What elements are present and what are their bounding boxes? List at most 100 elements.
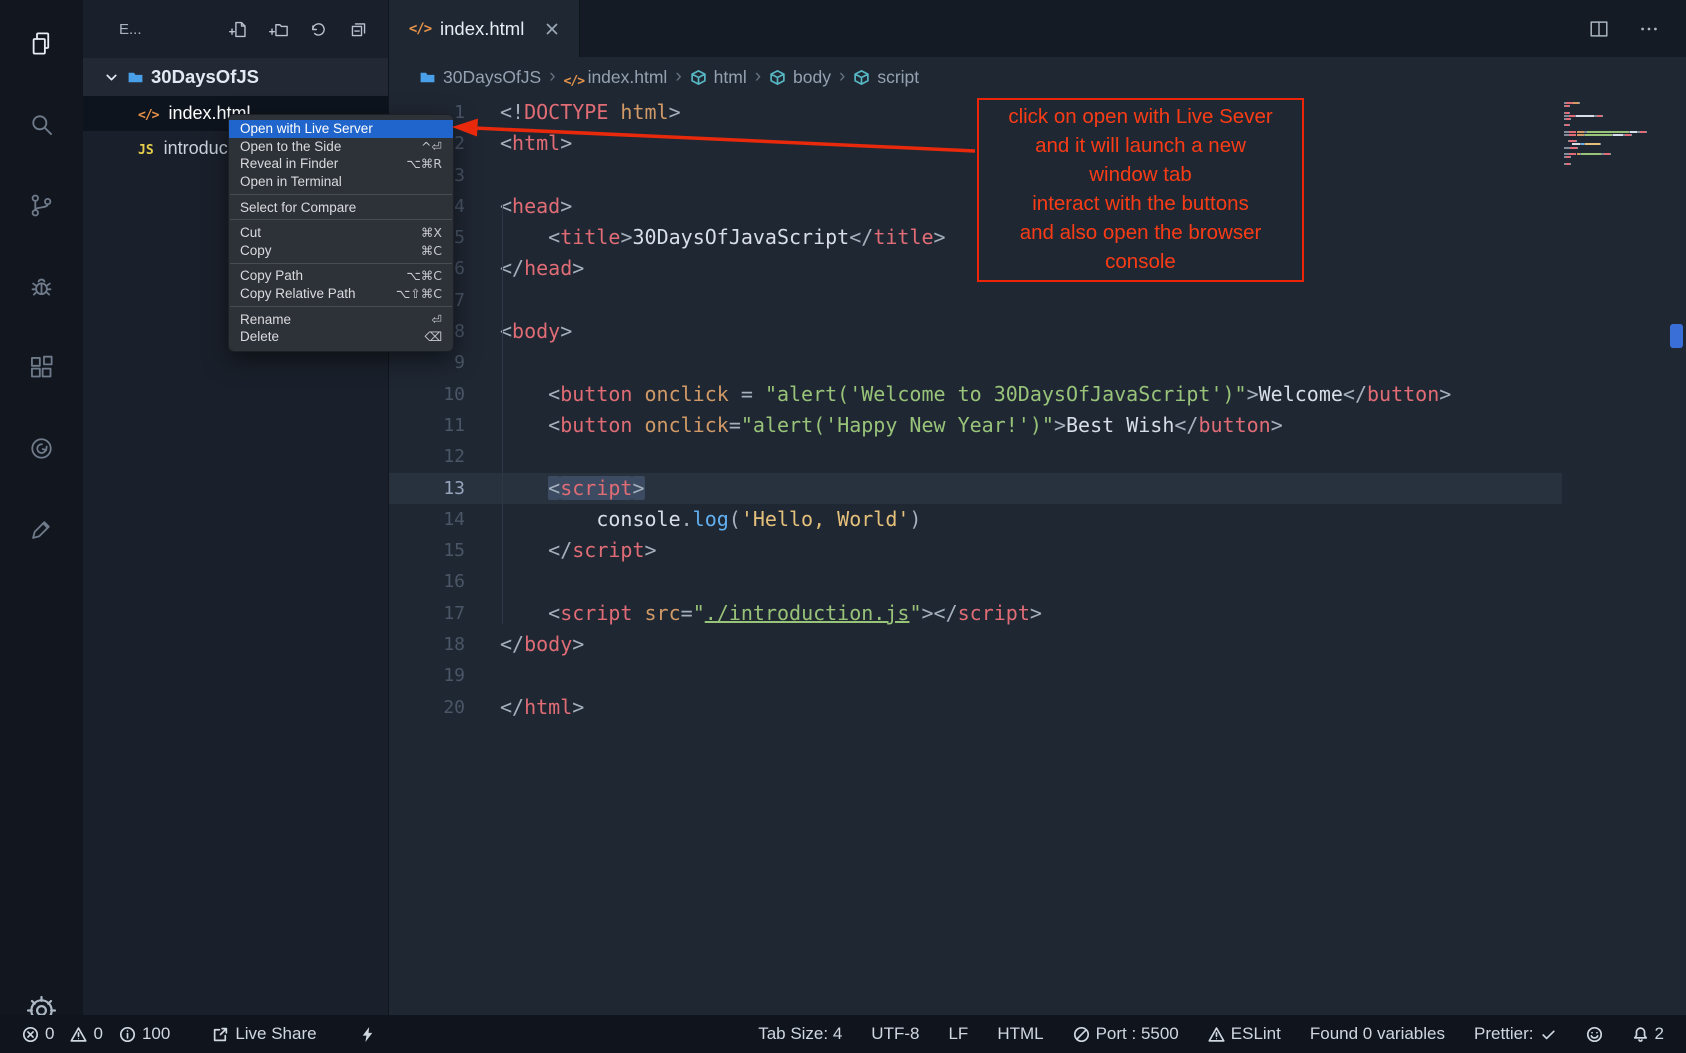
search-icon[interactable] — [28, 111, 55, 138]
status-html[interactable]: HTML — [997, 1024, 1043, 1044]
code-line-8[interactable]: 8<body> — [389, 316, 1686, 347]
status-lf[interactable]: LF — [948, 1024, 968, 1044]
code-token: > — [560, 319, 572, 343]
collapse-all-icon[interactable] — [349, 20, 368, 39]
code-text: <html> — [500, 128, 572, 159]
status-0[interactable]: 0 — [22, 1024, 54, 1044]
code-line-17[interactable]: 17 <script src="./introduction.js"></scr… — [389, 598, 1686, 629]
edit-session-icon[interactable] — [28, 516, 55, 543]
code-line-19[interactable]: 19 — [389, 660, 1686, 691]
code-token: > — [560, 131, 572, 155]
status-live-share[interactable]: Live Share — [212, 1024, 316, 1044]
status-label: 0 — [45, 1024, 54, 1044]
code-line-18[interactable]: 18</body> — [389, 629, 1686, 660]
menu-item-select-for-compare[interactable]: Select for Compare — [229, 198, 453, 216]
tab-label: index.html — [440, 18, 524, 40]
breadcrumb-item-html[interactable]: html — [690, 67, 747, 88]
code-token: script — [958, 601, 1030, 625]
warning-icon — [70, 1026, 87, 1043]
new-file-icon[interactable] — [229, 20, 248, 39]
code-text: <!DOCTYPE html> — [500, 97, 681, 128]
status-tab-size-4[interactable]: Tab Size: 4 — [758, 1024, 842, 1044]
scrollbar-marker[interactable] — [1670, 324, 1683, 348]
code-token: html — [524, 695, 572, 719]
status-label: ESLint — [1231, 1024, 1281, 1044]
status-prettier[interactable]: Prettier: — [1474, 1024, 1557, 1044]
code-line-7[interactable]: 7 — [389, 285, 1686, 316]
code-token — [500, 507, 596, 531]
live-share-icon[interactable] — [28, 435, 55, 462]
status-100[interactable]: 100 — [119, 1024, 170, 1044]
menu-item-open-to-the-side[interactable]: Open to the Side^⏎ — [229, 138, 453, 156]
annotation-line: and it will launch a new — [979, 131, 1302, 160]
menu-item-label: Rename — [240, 312, 291, 327]
menu-item-open-in-terminal[interactable]: Open in Terminal — [229, 173, 453, 191]
menu-item-copy-relative-path[interactable]: Copy Relative Path⌥⇧⌘C — [229, 285, 453, 303]
check-icon — [1540, 1026, 1557, 1043]
new-folder-icon[interactable] — [269, 20, 288, 39]
html-file-icon: </> — [564, 69, 581, 86]
status-eslint[interactable]: ESLint — [1208, 1024, 1281, 1044]
source-control-icon[interactable] — [28, 192, 55, 219]
code-line-20[interactable]: 20</html> — [389, 692, 1686, 723]
code-token: " — [693, 601, 705, 625]
explorer-icon[interactable] — [28, 30, 55, 57]
more-actions-icon[interactable] — [1638, 18, 1660, 40]
status-label: Live Share — [235, 1024, 316, 1044]
menu-item-shortcut: ⌘C — [421, 243, 442, 258]
menu-item-delete[interactable]: Delete⌫ — [229, 328, 453, 346]
html-file-icon: </> — [138, 103, 158, 124]
status-found-0-variables[interactable]: Found 0 variables — [1310, 1024, 1445, 1044]
breadcrumb-item-30daysofjs[interactable]: 30DaysOfJS — [419, 67, 541, 88]
status-label: UTF-8 — [871, 1024, 919, 1044]
code-line-9[interactable]: 9 — [389, 347, 1686, 378]
code-token: < — [500, 225, 560, 249]
folder-row-30daysofjs[interactable]: 30DaysOfJS — [83, 58, 388, 96]
status-2[interactable]: 2 — [1632, 1024, 1664, 1044]
menu-item-open-with-live-server[interactable]: Open with Live Server — [229, 120, 453, 138]
smiley-icon — [1586, 1026, 1603, 1043]
refresh-icon[interactable] — [309, 20, 328, 39]
code-token: > — [669, 100, 681, 124]
menu-item-reveal-in-finder[interactable]: Reveal in Finder⌥⌘R — [229, 155, 453, 173]
code-token: onclick — [645, 382, 729, 406]
menu-item-shortcut: ⌥⌘C — [406, 268, 442, 283]
chevron-right-icon: › — [839, 66, 845, 88]
code-line-11[interactable]: 11 <button onclick="alert('Happy New Yea… — [389, 410, 1686, 441]
file-link[interactable]: ./introduction.js — [705, 601, 910, 625]
breadcrumb-item-script[interactable]: script — [853, 67, 919, 88]
menu-item-copy-path[interactable]: Copy Path⌥⌘C — [229, 267, 453, 285]
code-text: console.log('Hello, World') — [500, 504, 921, 535]
close-tab-icon[interactable] — [543, 20, 561, 38]
status-label: 0 — [93, 1024, 102, 1044]
breadcrumb-label: body — [793, 67, 831, 88]
minimap[interactable] — [1564, 102, 1670, 166]
code-token: DOCTYPE — [524, 100, 608, 124]
code-line-15[interactable]: 15 </script> — [389, 535, 1686, 566]
code-editor[interactable]: 1<!DOCTYPE html>2<html>34<head>5 <title>… — [389, 97, 1686, 1015]
code-line-16[interactable]: 16 — [389, 566, 1686, 597]
code-line-13[interactable]: 13 <script> — [389, 473, 1562, 504]
breadcrumb-item-index-html[interactable]: </>index.html — [564, 67, 668, 88]
menu-item-rename[interactable]: Rename⏎ — [229, 310, 453, 328]
split-editor-icon[interactable] — [1588, 18, 1610, 40]
code-token: </ — [1343, 382, 1367, 406]
code-token — [632, 382, 644, 406]
status-port-5500[interactable]: Port : 5500 — [1073, 1024, 1179, 1044]
status-smiley[interactable] — [1586, 1026, 1603, 1043]
menu-item-cut[interactable]: Cut⌘X — [229, 224, 453, 242]
menu-item-copy[interactable]: Copy⌘C — [229, 242, 453, 260]
tab-index-html[interactable]: </> index.html — [389, 0, 580, 57]
code-text: </head> — [500, 253, 584, 284]
extensions-icon[interactable] — [28, 354, 55, 381]
code-token: > — [1030, 601, 1042, 625]
breadcrumb-item-body[interactable]: body — [769, 67, 831, 88]
status-0[interactable]: 0 — [70, 1024, 102, 1044]
status-zap[interactable] — [359, 1026, 376, 1043]
debug-icon[interactable] — [28, 273, 55, 300]
status-utf-8[interactable]: UTF-8 — [871, 1024, 919, 1044]
code-line-12[interactable]: 12 — [389, 441, 1686, 472]
code-line-14[interactable]: 14 console.log('Hello, World') — [389, 504, 1686, 535]
code-line-10[interactable]: 10 <button onclick = "alert('Welcome to … — [389, 379, 1686, 410]
status-left: 0 0 100 Live Share — [22, 1024, 376, 1044]
